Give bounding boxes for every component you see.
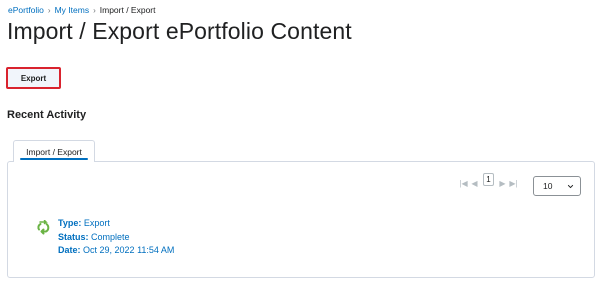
previous-page-icon[interactable]: ◀ — [469, 179, 480, 188]
activity-status-value: Complete — [91, 231, 130, 242]
activity-type-row: Type: Export — [58, 217, 174, 231]
per-page-value: 10 — [543, 181, 553, 191]
activity-date-row: Date: Oct 29, 2022 11:54 AM — [58, 244, 174, 258]
activity-date-value: Oct 29, 2022 11:54 AM — [83, 245, 175, 255]
first-page-icon[interactable]: |◀ — [458, 179, 469, 188]
recent-activity-heading: Recent Activity — [7, 109, 87, 121]
activity-type-label: Type: — [58, 218, 82, 228]
activity-type-value: Export — [83, 218, 110, 228]
activity-status-row: Status: Complete — [58, 231, 174, 245]
activity-status-label: Status: — [58, 231, 89, 242]
breadcrumb-my-items[interactable]: My Items — [55, 5, 89, 15]
chevron-down-icon — [567, 184, 574, 188]
last-page-icon[interactable]: ▶| — [508, 179, 519, 188]
breadcrumb: ePortfolio › My Items › Import / Export — [8, 5, 156, 15]
export-button[interactable]: Export — [6, 67, 61, 89]
breadcrumb-eportfolio[interactable]: ePortfolio — [8, 5, 44, 15]
next-page-icon[interactable]: ▶ — [497, 179, 508, 188]
tab-import-export[interactable]: Import / Export — [13, 140, 95, 162]
export-complete-icon — [37, 220, 50, 235]
page-number-input[interactable]: 1 — [483, 173, 494, 186]
breadcrumb-current: Import / Export — [99, 5, 156, 15]
breadcrumb-separator: › — [47, 5, 51, 15]
activity-details: Type: Export Status: Complete Date: Oct … — [58, 217, 174, 258]
activity-date-label: Date: — [58, 245, 81, 255]
per-page-select[interactable]: 10 — [533, 176, 581, 196]
breadcrumb-separator: › — [93, 5, 96, 15]
page-title: Import / Export ePortfolio Content — [7, 18, 352, 44]
pagination: |◀ ◀ 1 ▶ ▶| — [458, 173, 519, 190]
